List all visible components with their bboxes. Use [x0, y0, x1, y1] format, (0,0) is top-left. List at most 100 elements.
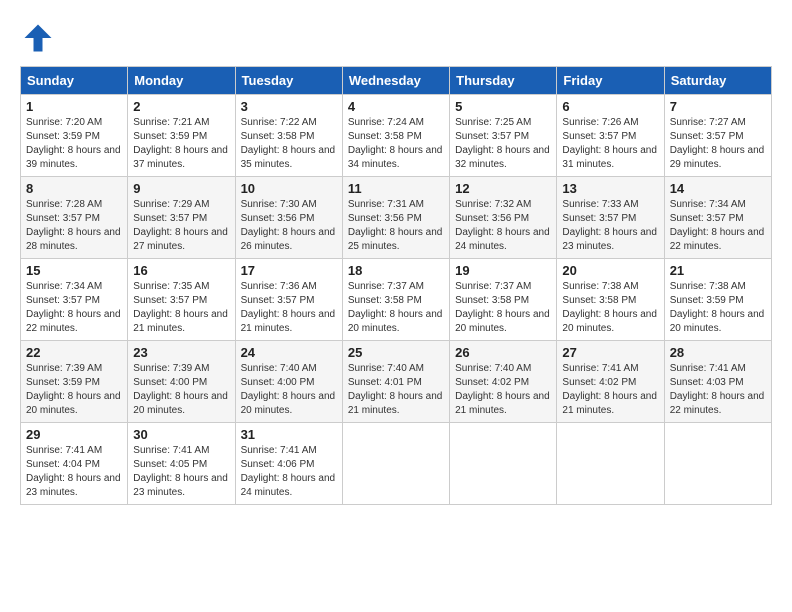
calendar-cell: 30 Sunrise: 7:41 AMSunset: 4:05 PMDaylig…: [128, 423, 235, 505]
day-info: Sunrise: 7:34 AMSunset: 3:57 PMDaylight:…: [26, 281, 121, 334]
calendar-cell: 11 Sunrise: 7:31 AMSunset: 3:56 PMDaylig…: [342, 177, 449, 259]
day-number: 13: [562, 181, 658, 196]
day-info: Sunrise: 7:41 AMSunset: 4:06 PMDaylight:…: [241, 445, 336, 498]
calendar-cell: 14 Sunrise: 7:34 AMSunset: 3:57 PMDaylig…: [664, 177, 771, 259]
day-info: Sunrise: 7:28 AMSunset: 3:57 PMDaylight:…: [26, 199, 121, 252]
calendar-header-row: SundayMondayTuesdayWednesdayThursdayFrid…: [21, 67, 772, 95]
weekday-header-thursday: Thursday: [450, 67, 557, 95]
calendar-cell: [450, 423, 557, 505]
calendar-cell: 12 Sunrise: 7:32 AMSunset: 3:56 PMDaylig…: [450, 177, 557, 259]
day-info: Sunrise: 7:40 AMSunset: 4:00 PMDaylight:…: [241, 363, 336, 416]
calendar-cell: 4 Sunrise: 7:24 AMSunset: 3:58 PMDayligh…: [342, 95, 449, 177]
day-info: Sunrise: 7:41 AMSunset: 4:03 PMDaylight:…: [670, 363, 765, 416]
calendar-cell: 23 Sunrise: 7:39 AMSunset: 4:00 PMDaylig…: [128, 341, 235, 423]
calendar-table: SundayMondayTuesdayWednesdayThursdayFrid…: [20, 66, 772, 505]
day-info: Sunrise: 7:36 AMSunset: 3:57 PMDaylight:…: [241, 281, 336, 334]
calendar-cell: 20 Sunrise: 7:38 AMSunset: 3:58 PMDaylig…: [557, 259, 664, 341]
calendar-week-row: 15 Sunrise: 7:34 AMSunset: 3:57 PMDaylig…: [21, 259, 772, 341]
calendar-week-row: 29 Sunrise: 7:41 AMSunset: 4:04 PMDaylig…: [21, 423, 772, 505]
calendar-cell: 10 Sunrise: 7:30 AMSunset: 3:56 PMDaylig…: [235, 177, 342, 259]
day-info: Sunrise: 7:26 AMSunset: 3:57 PMDaylight:…: [562, 117, 657, 170]
day-number: 14: [670, 181, 766, 196]
day-info: Sunrise: 7:33 AMSunset: 3:57 PMDaylight:…: [562, 199, 657, 252]
weekday-header-tuesday: Tuesday: [235, 67, 342, 95]
calendar-cell: 8 Sunrise: 7:28 AMSunset: 3:57 PMDayligh…: [21, 177, 128, 259]
day-number: 23: [133, 345, 229, 360]
calendar-cell: 2 Sunrise: 7:21 AMSunset: 3:59 PMDayligh…: [128, 95, 235, 177]
calendar-cell: 13 Sunrise: 7:33 AMSunset: 3:57 PMDaylig…: [557, 177, 664, 259]
day-number: 1: [26, 99, 122, 114]
calendar-cell: [664, 423, 771, 505]
day-info: Sunrise: 7:21 AMSunset: 3:59 PMDaylight:…: [133, 117, 228, 170]
calendar-cell: 25 Sunrise: 7:40 AMSunset: 4:01 PMDaylig…: [342, 341, 449, 423]
calendar-cell: 6 Sunrise: 7:26 AMSunset: 3:57 PMDayligh…: [557, 95, 664, 177]
day-info: Sunrise: 7:40 AMSunset: 4:02 PMDaylight:…: [455, 363, 550, 416]
day-info: Sunrise: 7:41 AMSunset: 4:05 PMDaylight:…: [133, 445, 228, 498]
calendar-cell: 27 Sunrise: 7:41 AMSunset: 4:02 PMDaylig…: [557, 341, 664, 423]
day-number: 28: [670, 345, 766, 360]
calendar-cell: [342, 423, 449, 505]
calendar-cell: 5 Sunrise: 7:25 AMSunset: 3:57 PMDayligh…: [450, 95, 557, 177]
calendar-cell: 9 Sunrise: 7:29 AMSunset: 3:57 PMDayligh…: [128, 177, 235, 259]
day-info: Sunrise: 7:39 AMSunset: 4:00 PMDaylight:…: [133, 363, 228, 416]
page-header: [20, 20, 772, 56]
day-number: 26: [455, 345, 551, 360]
calendar-cell: 17 Sunrise: 7:36 AMSunset: 3:57 PMDaylig…: [235, 259, 342, 341]
day-number: 5: [455, 99, 551, 114]
day-info: Sunrise: 7:41 AMSunset: 4:04 PMDaylight:…: [26, 445, 121, 498]
calendar-cell: 29 Sunrise: 7:41 AMSunset: 4:04 PMDaylig…: [21, 423, 128, 505]
day-number: 6: [562, 99, 658, 114]
day-info: Sunrise: 7:38 AMSunset: 3:58 PMDaylight:…: [562, 281, 657, 334]
day-number: 8: [26, 181, 122, 196]
day-info: Sunrise: 7:34 AMSunset: 3:57 PMDaylight:…: [670, 199, 765, 252]
day-number: 7: [670, 99, 766, 114]
calendar-cell: 18 Sunrise: 7:37 AMSunset: 3:58 PMDaylig…: [342, 259, 449, 341]
day-info: Sunrise: 7:20 AMSunset: 3:59 PMDaylight:…: [26, 117, 121, 170]
weekday-header-saturday: Saturday: [664, 67, 771, 95]
weekday-header-friday: Friday: [557, 67, 664, 95]
day-info: Sunrise: 7:30 AMSunset: 3:56 PMDaylight:…: [241, 199, 336, 252]
day-info: Sunrise: 7:25 AMSunset: 3:57 PMDaylight:…: [455, 117, 550, 170]
weekday-header-sunday: Sunday: [21, 67, 128, 95]
calendar-cell: 24 Sunrise: 7:40 AMSunset: 4:00 PMDaylig…: [235, 341, 342, 423]
day-number: 30: [133, 427, 229, 442]
day-number: 24: [241, 345, 337, 360]
day-number: 15: [26, 263, 122, 278]
day-number: 27: [562, 345, 658, 360]
day-number: 22: [26, 345, 122, 360]
day-info: Sunrise: 7:37 AMSunset: 3:58 PMDaylight:…: [455, 281, 550, 334]
day-number: 10: [241, 181, 337, 196]
calendar-cell: 31 Sunrise: 7:41 AMSunset: 4:06 PMDaylig…: [235, 423, 342, 505]
day-number: 17: [241, 263, 337, 278]
day-number: 18: [348, 263, 444, 278]
weekday-header-wednesday: Wednesday: [342, 67, 449, 95]
logo-icon: [20, 20, 56, 56]
day-info: Sunrise: 7:24 AMSunset: 3:58 PMDaylight:…: [348, 117, 443, 170]
day-info: Sunrise: 7:40 AMSunset: 4:01 PMDaylight:…: [348, 363, 443, 416]
day-number: 29: [26, 427, 122, 442]
day-number: 2: [133, 99, 229, 114]
day-number: 25: [348, 345, 444, 360]
day-info: Sunrise: 7:35 AMSunset: 3:57 PMDaylight:…: [133, 281, 228, 334]
calendar-cell: 19 Sunrise: 7:37 AMSunset: 3:58 PMDaylig…: [450, 259, 557, 341]
calendar-week-row: 22 Sunrise: 7:39 AMSunset: 3:59 PMDaylig…: [21, 341, 772, 423]
calendar-cell: 22 Sunrise: 7:39 AMSunset: 3:59 PMDaylig…: [21, 341, 128, 423]
day-number: 12: [455, 181, 551, 196]
day-info: Sunrise: 7:29 AMSunset: 3:57 PMDaylight:…: [133, 199, 228, 252]
day-number: 3: [241, 99, 337, 114]
calendar-cell: 1 Sunrise: 7:20 AMSunset: 3:59 PMDayligh…: [21, 95, 128, 177]
day-number: 9: [133, 181, 229, 196]
day-info: Sunrise: 7:39 AMSunset: 3:59 PMDaylight:…: [26, 363, 121, 416]
day-info: Sunrise: 7:41 AMSunset: 4:02 PMDaylight:…: [562, 363, 657, 416]
day-number: 31: [241, 427, 337, 442]
day-number: 19: [455, 263, 551, 278]
day-number: 21: [670, 263, 766, 278]
day-info: Sunrise: 7:38 AMSunset: 3:59 PMDaylight:…: [670, 281, 765, 334]
calendar-cell: 3 Sunrise: 7:22 AMSunset: 3:58 PMDayligh…: [235, 95, 342, 177]
calendar-week-row: 1 Sunrise: 7:20 AMSunset: 3:59 PMDayligh…: [21, 95, 772, 177]
day-number: 16: [133, 263, 229, 278]
logo: [20, 20, 60, 56]
day-number: 11: [348, 181, 444, 196]
calendar-cell: 15 Sunrise: 7:34 AMSunset: 3:57 PMDaylig…: [21, 259, 128, 341]
day-info: Sunrise: 7:31 AMSunset: 3:56 PMDaylight:…: [348, 199, 443, 252]
